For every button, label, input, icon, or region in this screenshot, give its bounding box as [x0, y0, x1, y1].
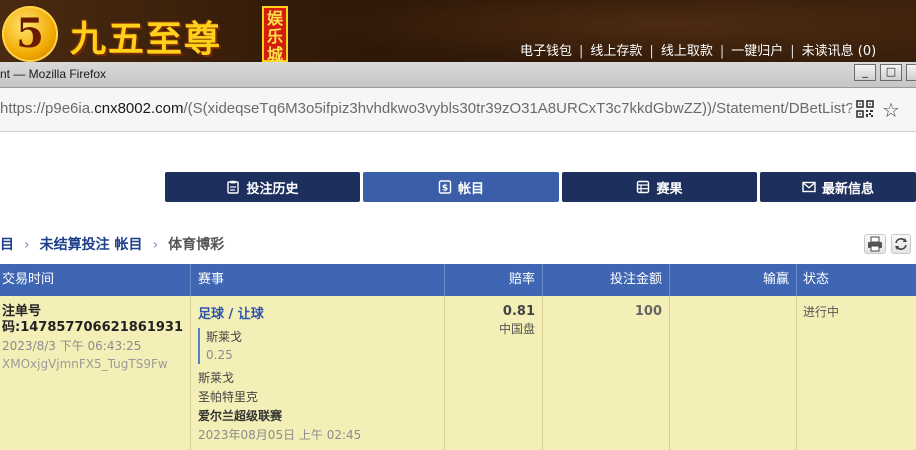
print-button[interactable] [864, 234, 886, 254]
link-unread-messages[interactable]: 未读讯息 (0) [802, 44, 877, 59]
breadcrumb-separator-icon: › [24, 237, 30, 253]
tab-results-label: 赛果 [656, 181, 683, 197]
cell-odds: 0.81 中国盘 [445, 296, 543, 450]
history-icon [227, 180, 240, 194]
breadcrumb-item-root[interactable]: 目 [0, 237, 14, 253]
link-wallet[interactable]: 电子钱包 [520, 44, 572, 59]
table-row: 注单号码:147857706621861931 2023/8/3 下午 06:4… [0, 296, 916, 450]
refresh-icon [895, 238, 907, 250]
odds-value: 0.81 [502, 304, 535, 319]
column-header-stake: 投注金额 [543, 264, 670, 296]
link-separator: | [719, 44, 725, 59]
breadcrumb-item-unsettled[interactable]: 未结算投注 帐目 [40, 237, 143, 253]
status-value: 进行中 [803, 305, 840, 319]
bookmark-star-icon[interactable]: ☆ [882, 98, 900, 122]
statement-icon: $ [438, 180, 452, 194]
logo-title: 九五至尊 [70, 18, 223, 60]
logo-coin-icon: 5 [2, 6, 58, 62]
stake-value: 100 [634, 304, 662, 319]
tab-results[interactable]: 赛果 [562, 172, 757, 202]
column-header-status: 状态 [803, 272, 830, 287]
svg-text:$: $ [442, 184, 448, 194]
minimize-button[interactable]: _ [854, 64, 876, 81]
cell-time: 注单号码:147857706621861931 2023/8/3 下午 06:4… [0, 296, 191, 450]
column-header-winloss: 输赢 [670, 264, 797, 296]
tab-statement[interactable]: $ 帐目 [363, 172, 559, 202]
link-separator: | [790, 44, 795, 59]
mail-icon [802, 181, 816, 193]
refresh-button[interactable] [891, 234, 911, 254]
placed-time: 2023/8/3 下午 06:43:25 [2, 339, 142, 353]
link-separator: | [579, 44, 584, 59]
close-button[interactable] [906, 64, 916, 81]
link-consolidate[interactable]: 一键归户 [731, 44, 783, 59]
account-links: 电子钱包 | 线上存款 | 线上取款 | 一键归户 | 未读讯息 (0) [520, 40, 876, 59]
tab-bet-history[interactable]: 投注历史 [165, 172, 360, 202]
kickoff-time: 2023年08月05日 上午 02:45 [198, 428, 362, 442]
breadcrumb-separator-icon: › [152, 237, 159, 253]
odds-type: 中国盘 [498, 322, 535, 336]
column-header-odds: 赔率 [445, 264, 543, 296]
results-icon [637, 180, 650, 194]
cell-winloss [670, 296, 797, 450]
url-path: /(S(xideqseTq6M3o5ifpiz3hvhdkwo3vybls30t… [183, 100, 852, 117]
column-header-event: 赛事 [191, 264, 445, 296]
breadcrumb: 目 › 未结算投注 帐目 › 体育博彩 [0, 234, 224, 254]
cell-event: 足球 / 让球 斯莱戈 0.25 斯莱戈 圣帕特里克 爱尔兰超级联赛 2023年… [191, 296, 445, 450]
link-separator: | [649, 44, 654, 59]
tab-statement-label: 帐目 [457, 181, 484, 197]
home-team: 斯莱戈 [198, 371, 235, 385]
link-deposit[interactable]: 线上存款 [590, 44, 642, 59]
tab-latest-news[interactable]: 最新信息 [760, 172, 916, 202]
maximize-button[interactable]: □ [880, 64, 902, 81]
link-withdraw[interactable]: 线上取款 [661, 44, 713, 59]
window-title: nt — Mozilla Firefox [0, 67, 107, 81]
printer-icon [868, 236, 882, 252]
ticket-number: 注单号码:147857706621861931 [2, 304, 184, 335]
breadcrumb-item-current: 体育博彩 [168, 237, 225, 253]
cell-status: 进行中 [797, 296, 916, 450]
tab-bet-history-label: 投注历史 [246, 181, 299, 197]
column-header-time: 交易时间 [0, 264, 191, 296]
bets-table-header: 交易时间 赛事 赔率 投注金额 输赢 状态 [0, 264, 916, 296]
url-prefix: https://p9e6ia. [0, 100, 95, 117]
selection-team: 斯莱戈 [206, 330, 243, 344]
handicap-value: 0.25 [206, 348, 233, 362]
url-text[interactable]: https://p9e6ia.cnx8002.com/(S(xideqseTq6… [0, 100, 852, 117]
browser-titlebar: nt — Mozilla Firefox _ □ [0, 62, 916, 88]
away-team: 圣帕特里克 [198, 390, 259, 404]
league-name: 爱尔兰超级联赛 [198, 409, 283, 423]
bet-type: 足球 / 让球 [198, 307, 264, 322]
tab-latest-news-label: 最新信息 [821, 181, 874, 197]
logo-badge: 娱乐城 [262, 6, 288, 62]
bet-code: XMOxjgVjmnFX5_TugTS9Fw [2, 357, 168, 371]
address-bar[interactable]: https://p9e6ia.cnx8002.com/(S(xideqseTq6… [0, 88, 916, 132]
selection-block: 斯莱戈 0.25 [198, 328, 444, 364]
cell-stake: 100 [543, 296, 670, 450]
qr-code-icon[interactable] [856, 100, 874, 118]
url-host: cnx8002.com [94, 100, 184, 117]
